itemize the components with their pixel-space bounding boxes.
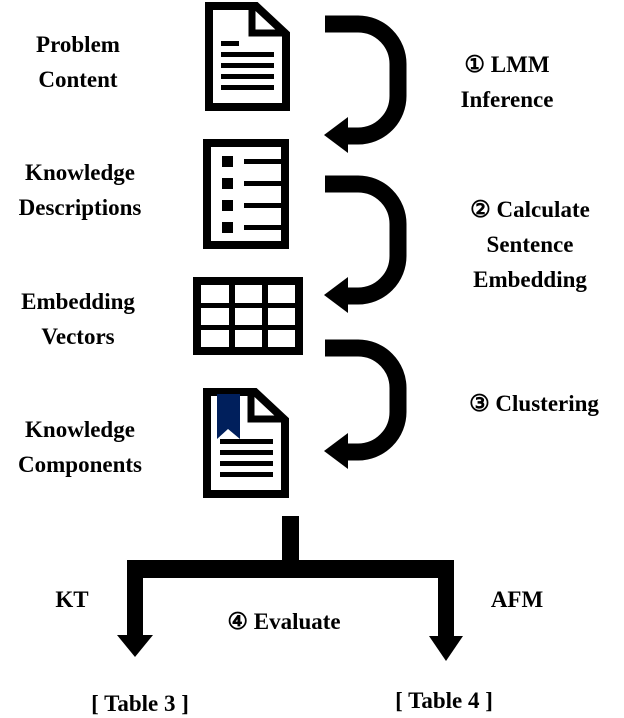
document-icon (205, 2, 290, 111)
label-line: Vectors (41, 324, 115, 349)
label-line: Content (38, 67, 118, 92)
step-line: ① LMM (464, 52, 550, 77)
step-line: Sentence (486, 232, 574, 257)
label-embedding-vectors: Embedding Vectors (21, 284, 135, 354)
label-problem-content: Problem Content (36, 27, 120, 97)
target-table-3: [ Table 3 ] (91, 691, 189, 716)
arrow-to-table-3 (117, 635, 153, 657)
branch-label-afm: AFM (490, 587, 544, 612)
label-line: Knowledge (25, 417, 135, 442)
arrow-to-table-4 (429, 636, 463, 661)
branch-arrows (117, 516, 463, 661)
step-line: Embedding (473, 267, 587, 292)
step-3-clustering: ③ Clustering (469, 386, 599, 421)
label-line: Problem (36, 32, 120, 57)
curved-arrow-1 (324, 15, 407, 153)
step-line: Inference (460, 87, 554, 112)
step-4-evaluate: ④ Evaluate (227, 604, 340, 639)
step-2-sentence-embedding: ② Calculate Sentence Embedding (470, 192, 590, 297)
label-line: Descriptions (18, 195, 142, 220)
label-knowledge-components: Knowledge Components (18, 412, 142, 482)
branch-label-kt: KT (55, 587, 89, 612)
checklist-icon (203, 139, 289, 249)
pipeline-diagram: Problem Content Knowledge Descriptions E… (0, 0, 624, 718)
label-line: Embedding (21, 289, 135, 314)
label-line: Knowledge (25, 160, 135, 185)
step-line: ③ Clustering (469, 391, 599, 416)
target-table-4: [ Table 4 ] (395, 688, 493, 713)
curved-arrow-3 (324, 339, 407, 469)
label-knowledge-descriptions: Knowledge Descriptions (19, 155, 142, 225)
label-line: Components (18, 452, 142, 477)
step-1-lmm-inference: ① LMM Inference (461, 47, 554, 117)
step-line: ② Calculate (470, 197, 590, 222)
table-grid-icon (193, 277, 303, 355)
bookmarked-document-icon (203, 388, 289, 498)
step-line: ④ Evaluate (227, 609, 341, 634)
curved-arrow-2 (324, 175, 407, 313)
